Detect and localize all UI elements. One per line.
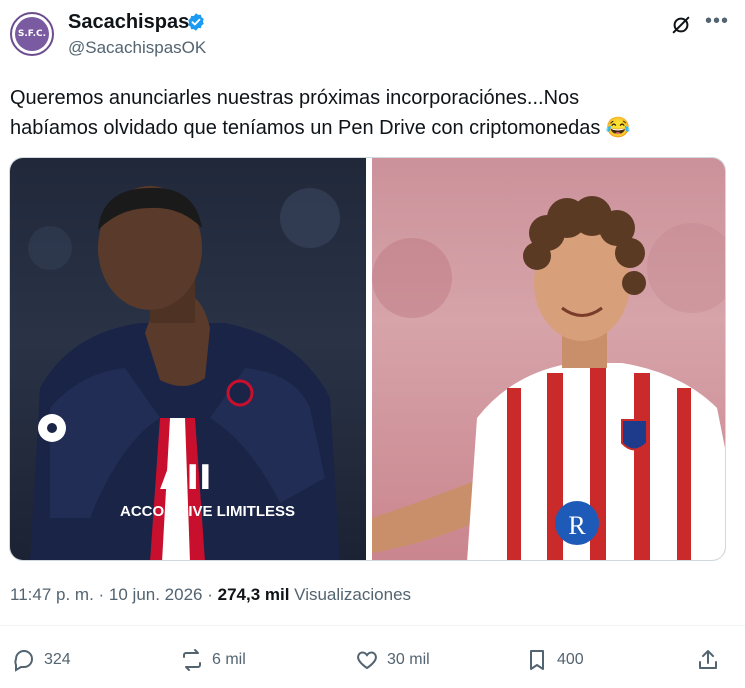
grok-icon[interactable] xyxy=(670,14,692,36)
repost-button[interactable]: 6 mil xyxy=(180,640,246,680)
tweet-header: S.F.C. Sacachispas @SacachispasOK ••• xyxy=(0,0,745,70)
share-button[interactable] xyxy=(696,640,728,680)
reply-count: 324 xyxy=(44,651,71,668)
heart-icon xyxy=(357,651,377,670)
share-icon xyxy=(699,650,717,669)
avatar-logo: S.F.C. xyxy=(15,17,49,51)
action-bar: 324 6 mil 30 mil 400 xyxy=(0,640,745,680)
jersey-sponsor-text: ACCOR LIVE LIMITLESS xyxy=(120,503,296,520)
tweet-time[interactable]: 11:47 p. m. xyxy=(10,585,94,604)
tweet-date[interactable]: 10 jun. 2026 xyxy=(109,585,203,604)
account-handle[interactable]: @SacachispasOK xyxy=(68,38,206,58)
player-left-illustration xyxy=(28,186,340,560)
verified-badge-icon xyxy=(188,13,204,31)
reply-button[interactable]: 324 xyxy=(12,640,71,680)
bookmark-count: 400 xyxy=(557,651,584,668)
photo-right[interactable]: R xyxy=(372,158,725,560)
tweet-text-line: habíamos olvidado que teníamos un Pen Dr… xyxy=(10,117,631,139)
tweet-text-line: Queremos anunciarles nuestras próximas i… xyxy=(10,87,580,109)
like-count: 30 mil xyxy=(387,651,430,668)
views-label: Visualizaciones xyxy=(289,585,412,604)
jersey-logo: AII xyxy=(160,458,212,498)
views-count: 274,3 mil xyxy=(217,585,290,604)
like-button[interactable]: 30 mil xyxy=(355,640,430,680)
tweet-meta: 11:47 p. m. · 10 jun. 2026 · 274,3 mil V… xyxy=(10,585,411,605)
account-name[interactable]: Sacachispas xyxy=(68,11,189,34)
divider xyxy=(0,625,745,626)
meta-separator: · xyxy=(93,585,109,604)
repost-count: 6 mil xyxy=(212,651,246,668)
reply-icon xyxy=(14,649,34,672)
meta-separator: · xyxy=(202,585,218,604)
sponsor-logo: R xyxy=(568,511,586,540)
avatar[interactable]: S.F.C. xyxy=(10,12,54,56)
repost-icon xyxy=(183,649,201,671)
more-options-icon[interactable]: ••• xyxy=(705,10,729,33)
bookmark-button[interactable]: 400 xyxy=(525,640,584,680)
player-right-illustration: R xyxy=(372,158,725,560)
bookmark-icon xyxy=(530,650,544,670)
tweet-text: Queremos anunciarles nuestras próximas i… xyxy=(10,83,735,143)
photo-left[interactable]: AII ACCOR LIVE LIMITLESS xyxy=(10,158,366,560)
media-grid: AII ACCOR LIVE LIMITLESS R xyxy=(9,157,726,561)
